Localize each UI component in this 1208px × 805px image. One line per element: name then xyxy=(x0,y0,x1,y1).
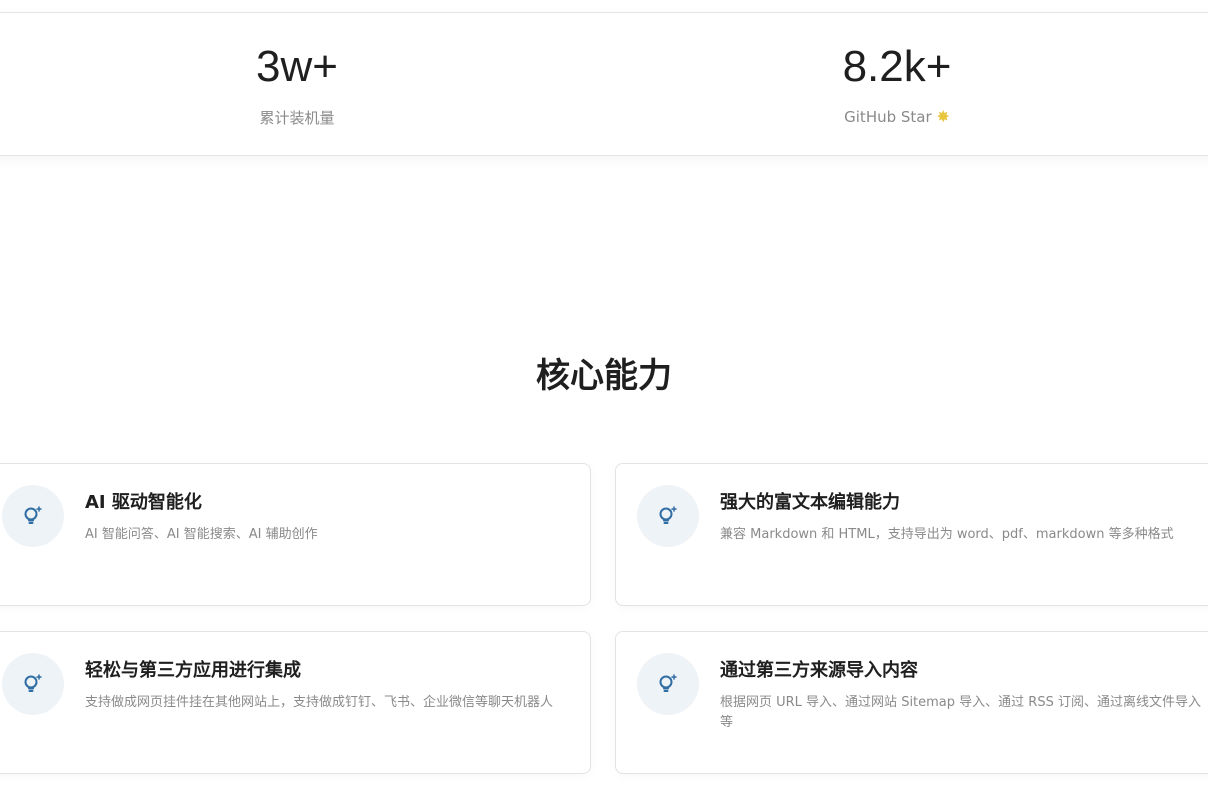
feature-desc: 兼容 Markdown 和 HTML，支持导出为 word、pdf、markdo… xyxy=(720,527,1174,542)
stat-value: 3w+ xyxy=(256,42,338,91)
feature-desc: 根据网页 URL 导入、通过网站 Sitemap 导入、通过 RSS 订阅、通过… xyxy=(720,695,1201,730)
stat-value: 8.2k+ xyxy=(842,42,952,91)
lightbulb-sparkle-icon xyxy=(637,485,699,547)
feature-card: 通过第三方来源导入内容 根据网页 URL 导入、通过网站 Sitemap 导入、… xyxy=(615,631,1208,774)
feature-title: AI 驱动智能化 xyxy=(85,492,202,513)
lightbulb-sparkle-icon xyxy=(2,653,64,715)
feature-title: 强大的富文本编辑能力 xyxy=(720,492,900,513)
feature-card: AI 驱动智能化 AI 智能问答、AI 智能搜索、AI 辅助创作 xyxy=(0,463,591,606)
feature-desc: AI 智能问答、AI 智能搜索、AI 辅助创作 xyxy=(85,527,318,542)
section-title: 核心能力 xyxy=(536,356,672,396)
feature-card: 轻松与第三方应用进行集成 支持做成网页挂件挂在其他网站上，支持做成钉钉、飞书、企… xyxy=(0,631,591,774)
stat-label: GitHub Star xyxy=(844,108,932,126)
feature-title: 轻松与第三方应用进行集成 xyxy=(85,660,301,681)
feature-title: 通过第三方来源导入内容 xyxy=(720,660,918,681)
stat-github-stars: 8.2k+ GitHub Star ✸ xyxy=(697,13,1097,126)
stats-bar: 3w+ 累计装机量 8.2k+ GitHub Star ✸ xyxy=(0,12,1208,156)
lightbulb-sparkle-icon xyxy=(2,485,64,547)
feature-card: 强大的富文本编辑能力 兼容 Markdown 和 HTML，支持导出为 word… xyxy=(615,463,1208,606)
lightbulb-sparkle-icon xyxy=(637,653,699,715)
feature-desc: 支持做成网页挂件挂在其他网站上，支持做成钉钉、飞书、企业微信等聊天机器人 xyxy=(85,695,554,710)
stat-label: 累计装机量 xyxy=(259,109,335,127)
stat-installs: 3w+ 累计装机量 xyxy=(97,13,497,128)
sparkle-star-icon: ✸ xyxy=(936,107,950,126)
